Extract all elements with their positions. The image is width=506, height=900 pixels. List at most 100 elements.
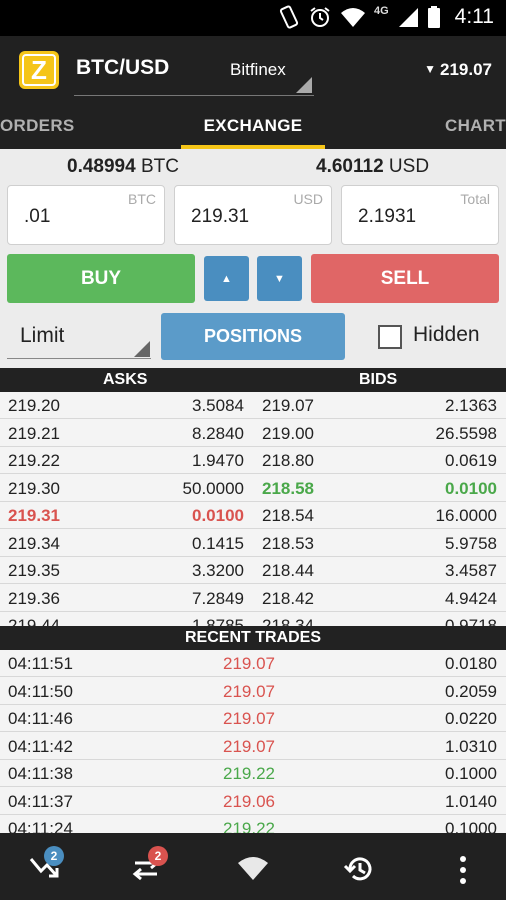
usd-price-field[interactable]: USD 219.31 (174, 185, 332, 245)
bid-price: 218.54 (262, 506, 314, 525)
trade-amount: 0.0180 (445, 654, 497, 673)
vibrate-icon (279, 5, 299, 29)
trade-amount: 0.0220 (445, 709, 497, 728)
order-book-row[interactable]: 219.36 7.2849 218.42 4.9424 (0, 585, 506, 612)
signal-icon (398, 8, 418, 27)
trade-row[interactable]: 04:11:37 219.06 1.0140 (0, 788, 506, 815)
logo-letter: Z (22, 54, 56, 86)
hidden-label: Hidden (413, 323, 480, 346)
nav-overflow-menu-button[interactable] (438, 845, 488, 889)
bid-price: 218.42 (262, 588, 314, 608)
bid-amount: 3.4587 (445, 561, 497, 580)
ask-price: 219.36 (8, 588, 60, 608)
tab-chart[interactable]: CHART (445, 116, 506, 136)
buy-button[interactable]: BUY (7, 254, 195, 303)
price-down-button[interactable]: ▼ (257, 256, 302, 301)
total-field-value: 2.1931 (358, 206, 417, 227)
order-book-row[interactable]: 219.31 0.0100 218.54 16.0000 (0, 502, 506, 529)
trade-amount: 0.1000 (445, 819, 497, 833)
bid-amount: 5.9758 (445, 533, 497, 553)
price-up-button[interactable]: ▲ (204, 256, 249, 301)
usd-field-value: 219.31 (191, 206, 250, 227)
dropdown-triangle-icon (134, 341, 150, 357)
app-logo[interactable]: Z (19, 51, 59, 89)
ask-price: 219.35 (8, 561, 60, 580)
trade-row[interactable]: 04:11:50 219.07 0.2059 (0, 678, 506, 705)
dropdown-triangle-icon (296, 77, 312, 93)
order-book[interactable]: 219.20 3.5084 219.07 2.1363 219.21 8.2840 219.… (0, 392, 506, 626)
order-book-row[interactable]: 219.21 8.2840 219.00 26.5598 (0, 420, 506, 447)
bid-price: 218.58 (262, 478, 314, 498)
trade-row[interactable]: 04:11:46 219.07 0.0220 (0, 705, 506, 732)
ask-amount: 8.2840 (192, 423, 244, 443)
bid-price: 219.00 (262, 423, 314, 443)
order-book-row[interactable]: 219.22 1.9470 218.80 0.0619 (0, 447, 506, 474)
price-down-arrow-icon: ▼ (424, 62, 436, 76)
ask-price: 219.44 (8, 616, 60, 626)
bid-price: 218.53 (262, 533, 314, 553)
usd-field-unit: USD (293, 191, 323, 207)
ask-price: 219.21 (8, 423, 60, 443)
tab-exchange[interactable]: EXCHANGE (0, 116, 506, 136)
wifi-signal-icon (238, 857, 268, 880)
trade-row[interactable]: 04:11:24 219.22 0.1000 (0, 815, 506, 833)
ask-amount: 1.9470 (192, 451, 244, 470)
exchange-panel: 0.48994 BTC 4.60112 USD BTC .01 USD 219.… (0, 149, 506, 368)
order-book-row[interactable]: 219.20 3.5084 219.07 2.1363 (0, 392, 506, 419)
bid-price: 218.44 (262, 561, 314, 580)
total-field[interactable]: Total 2.1931 (341, 185, 499, 245)
trade-time: 04:11:46 (8, 709, 73, 728)
order-book-row[interactable]: 219.30 50.0000 218.58 0.0100 (0, 475, 506, 502)
btc-field-unit: BTC (128, 191, 156, 207)
sell-button[interactable]: SELL (311, 254, 499, 303)
recent-trades-list[interactable]: 04:11:51 219.07 0.0180 04:11:50 219.07 0.2059… (0, 650, 506, 833)
btc-field-value: .01 (24, 206, 51, 227)
order-book-row[interactable]: 219.44 1.8785 218.34 0.9718 (0, 612, 506, 626)
bid-price: 218.80 (262, 451, 314, 470)
arrow-down-icon: ▼ (274, 272, 285, 285)
trade-row[interactable]: 04:11:38 219.22 0.1000 (0, 760, 506, 787)
status-time: 4:11 (454, 5, 494, 28)
ask-amount: 3.3200 (192, 561, 244, 580)
wifi-icon (340, 8, 365, 27)
bid-amount: 2.1363 (445, 396, 497, 415)
ask-price: 219.30 (8, 478, 60, 498)
last-price: ▼ 219.07 (424, 60, 492, 80)
recent-trades-header: RECENT TRADES (0, 626, 506, 650)
asks-title: ASKS (103, 371, 148, 388)
exchange-label: Bitfinex (230, 60, 286, 79)
ask-amount: 1.8785 (192, 616, 244, 626)
nav-history-button[interactable] (334, 845, 384, 889)
order-book-row[interactable]: 219.35 3.3200 218.44 3.4587 (0, 557, 506, 584)
order-book-row[interactable]: 219.34 0.1415 218.53 5.9758 (0, 530, 506, 557)
app-bar: Z BTC/USD Bitfinex ▼ 219.07 (0, 36, 506, 102)
trade-price: 219.07 (223, 681, 275, 701)
trade-amount: 1.0140 (445, 791, 497, 811)
trade-row[interactable]: 04:11:42 219.07 1.0310 (0, 733, 506, 760)
trade-amount: 0.2059 (445, 681, 497, 701)
positions-button[interactable]: POSITIONS (161, 313, 345, 360)
network-type: 4G (373, 5, 389, 17)
bid-amount: 0.0100 (445, 478, 497, 498)
total-field-unit: Total (460, 191, 490, 207)
btc-amount-field[interactable]: BTC .01 (7, 185, 165, 245)
battery-icon (427, 6, 440, 28)
trade-time: 04:11:24 (8, 819, 73, 833)
nav-transfers-button[interactable]: 2 (122, 845, 172, 889)
trade-price: 219.22 (223, 764, 275, 783)
hidden-checkbox[interactable] (378, 325, 402, 349)
nav-connection-button[interactable] (228, 845, 278, 889)
trade-amount: 1.0310 (445, 736, 497, 756)
balance-btc: 0.48994 BTC (67, 156, 179, 178)
bid-price: 218.34 (262, 616, 314, 626)
trade-amount: 0.1000 (445, 764, 497, 783)
trade-price: 219.07 (223, 736, 275, 756)
transfers-badge: 2 (148, 846, 168, 866)
trade-price: 219.07 (223, 654, 275, 673)
order-type-select[interactable]: Limit (7, 314, 151, 359)
trade-row[interactable]: 04:11:51 219.07 0.0180 (0, 650, 506, 677)
balance-usd-amount: 4.60112 (316, 156, 384, 177)
ask-price: 219.34 (8, 533, 60, 553)
nav-trades-button[interactable]: 2 (20, 845, 70, 889)
ask-amount: 3.5084 (192, 396, 244, 415)
